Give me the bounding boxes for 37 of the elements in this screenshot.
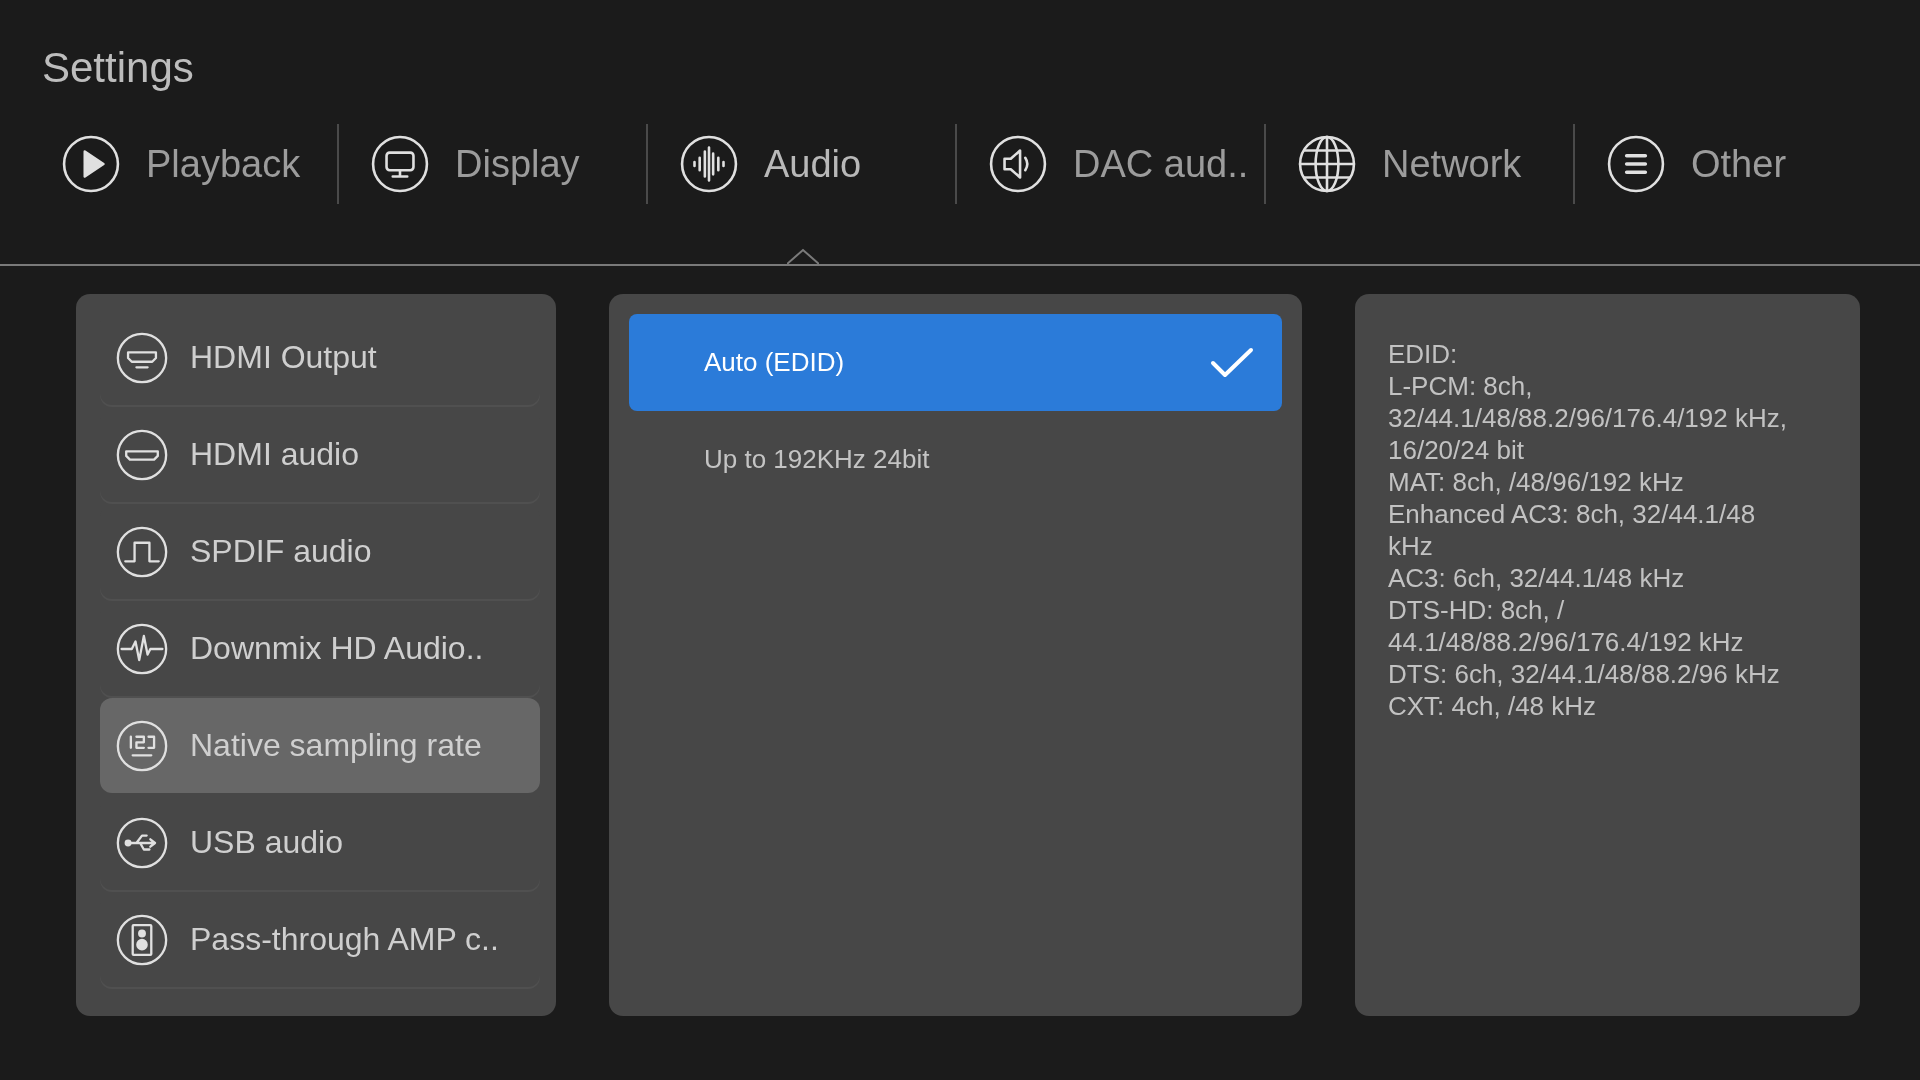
pulse-wave-icon [116,622,168,675]
menu-icon [1607,135,1665,193]
info-text: MAT: 8ch, /48/96/192 kHz [1388,466,1685,498]
menu-item[interactable]: USB audio [100,795,540,890]
tab[interactable]: Audio [648,124,957,264]
info-text: AC3: 6ch, 32/44.1/48 kHz [1388,562,1686,594]
usb-icon [116,816,168,869]
menu-item[interactable]: HDMI Output [100,310,540,405]
info-text: EDID: [1388,338,1459,370]
menu-item[interactable]: Pass-through AMP c.. [100,892,540,987]
globe-icon [1298,135,1356,193]
speaker-icon [989,135,1047,193]
menu-item[interactable]: Downmix HD Audio.. [100,601,540,696]
menu-item[interactable]: HDMI audio [100,407,540,502]
info-text: L-PCM: 8ch, 32/44.1/48/88.2/96/176.4/192 kHz, 16/20/24 bit [1388,370,1788,466]
info-text: DTS-HD: 8ch, / 44.1/48/88.2/96/176.4/192 kHz [1388,594,1745,658]
checkmark-icon [1210,345,1254,380]
tab[interactable]: DAC aud.. [957,124,1266,264]
tab[interactable]: Other [1575,124,1884,264]
info-text: Enhanced AC3: 8ch, 32/44.1/48 kHz [1388,498,1757,562]
tab[interactable]: Playback [30,124,339,264]
info-text: CXT: 4ch, /48 kHz [1388,690,1598,722]
option-item[interactable]: Auto (EDID) [629,314,1282,411]
tab[interactable]: Network [1266,124,1575,264]
hdmi-connector-icon [116,331,168,384]
tab[interactable]: Display [339,124,648,264]
loudspeaker-icon [116,913,168,966]
settings-title: Settings [41,43,195,93]
menu-item[interactable]: Native sampling rate [100,698,540,793]
sound-bars-icon [680,135,738,193]
info-text: DTS: 6ch, 32/44.1/48/88.2/96 kHz [1388,658,1781,690]
option-item[interactable]: Up to 192KHz 24bit [629,411,1282,508]
square-wave-icon [116,525,168,578]
hdmi-connector-icon [116,428,168,481]
menu-item[interactable]: SPDIF audio [100,504,540,599]
monitor-icon [371,135,429,193]
play-icon [62,135,120,193]
